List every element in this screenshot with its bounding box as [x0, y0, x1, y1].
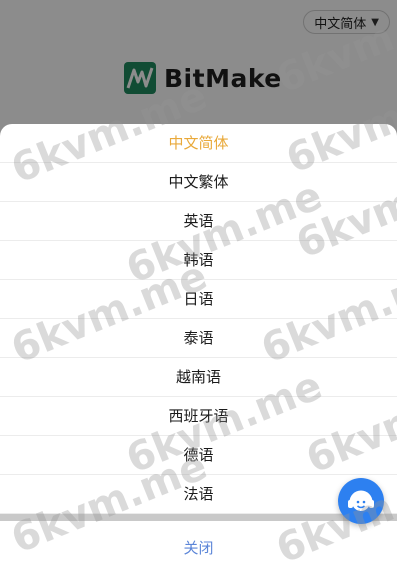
language-option[interactable]: 西班牙语: [0, 397, 397, 436]
language-option[interactable]: 德语: [0, 436, 397, 475]
language-option[interactable]: 泰语: [0, 319, 397, 358]
language-options-list: 中文简体 中文繁体 英语 韩语 日语 泰语 越南语 西班牙语 德语 法语: [0, 124, 397, 514]
sheet-divider: [0, 514, 397, 521]
language-option[interactable]: 日语: [0, 280, 397, 319]
language-option[interactable]: 英语: [0, 202, 397, 241]
language-option[interactable]: 韩语: [0, 241, 397, 280]
language-option[interactable]: 中文繁体: [0, 163, 397, 202]
language-option[interactable]: 越南语: [0, 358, 397, 397]
close-button[interactable]: 关闭: [0, 521, 397, 572]
customer-service-button[interactable]: [338, 478, 384, 524]
customer-service-headset-icon: [348, 490, 374, 511]
language-option[interactable]: 法语: [0, 475, 397, 514]
language-option[interactable]: 中文简体: [0, 124, 397, 163]
